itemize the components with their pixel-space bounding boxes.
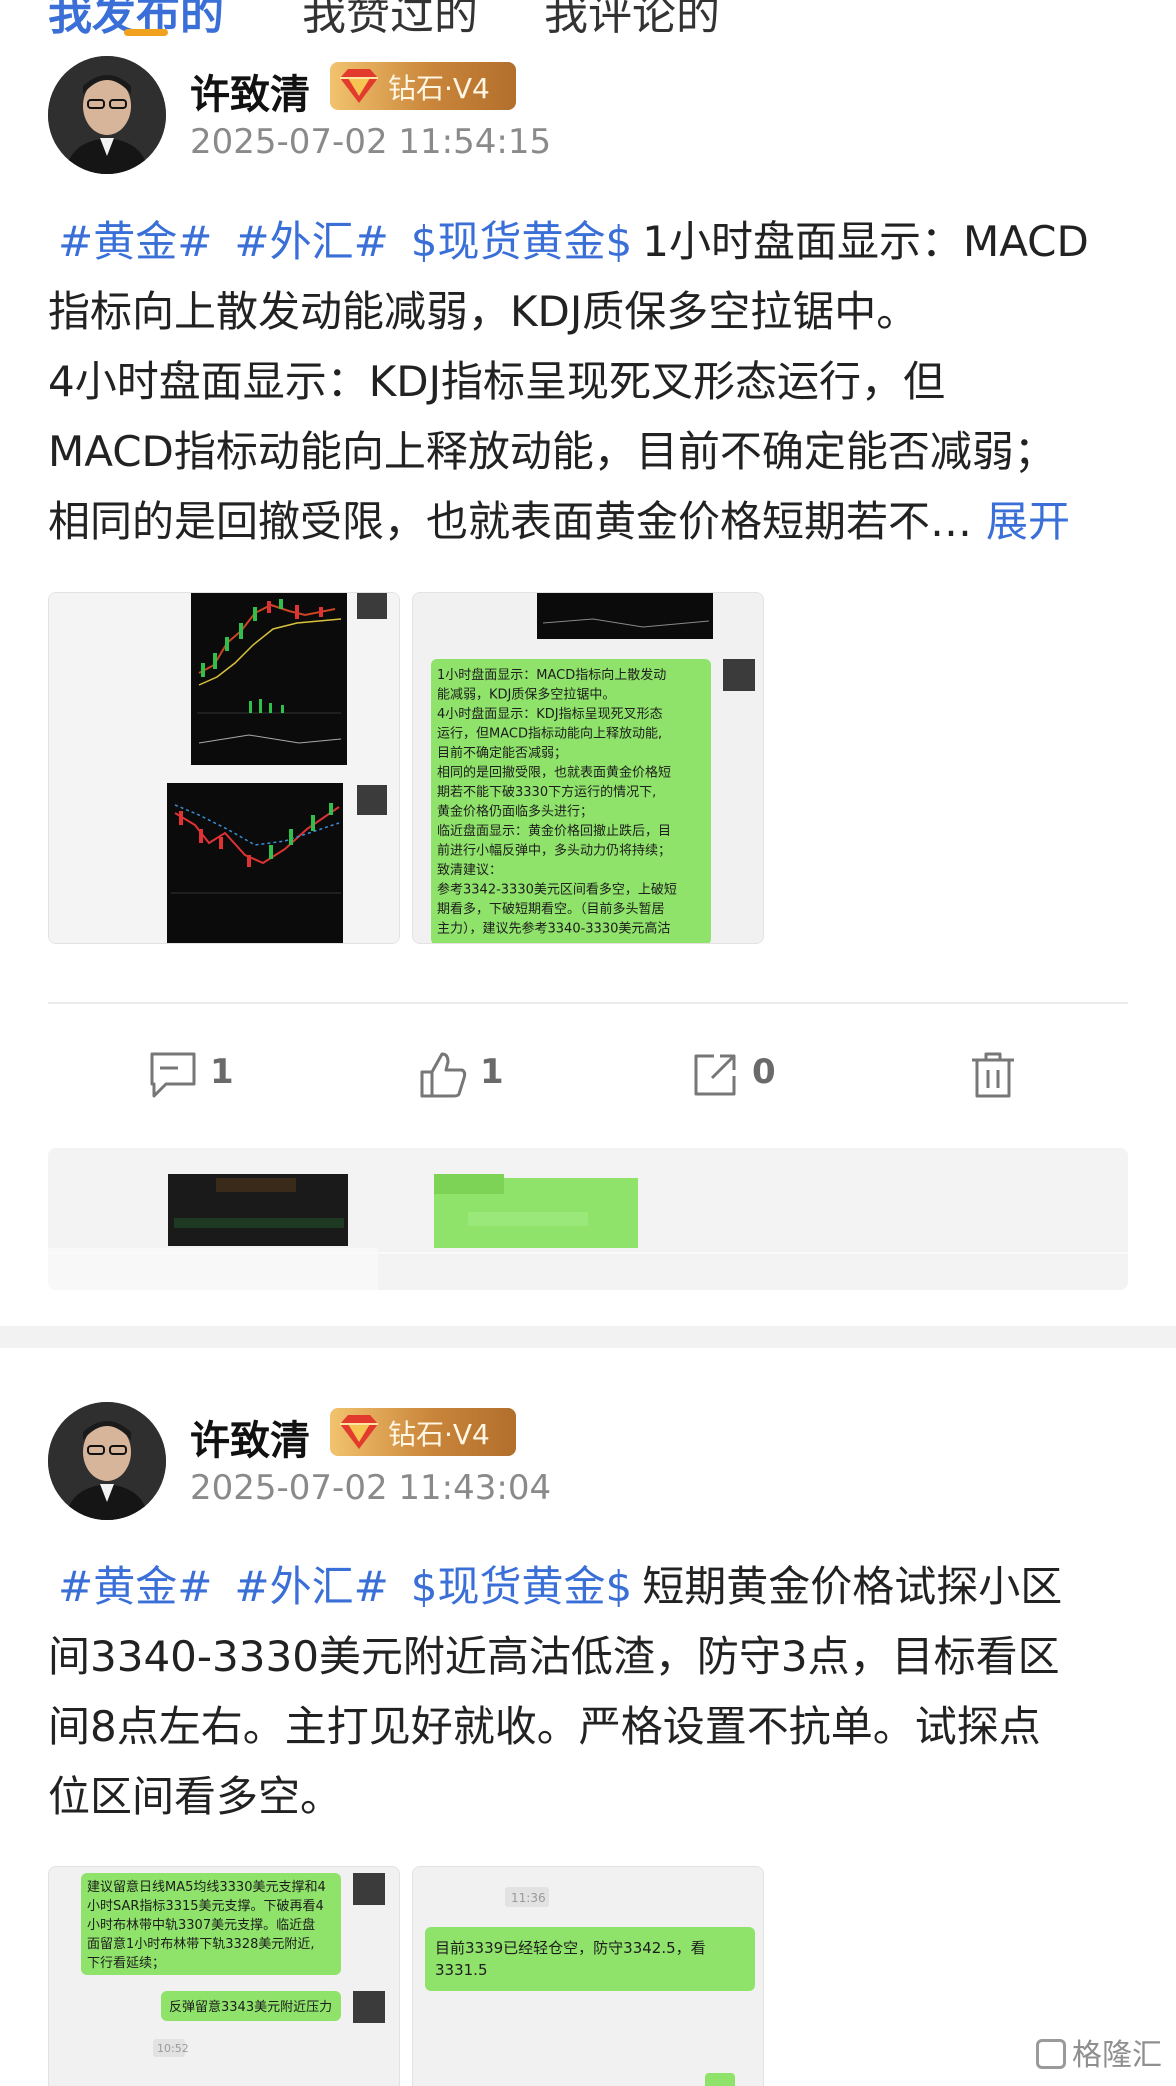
chat-message-line: 1小时盘面显示：MACD指标向上散发动 <box>437 667 666 683</box>
post-time: 2025-07-02 11:43:04 <box>190 1468 552 1508</box>
vip-badge: 钻石·V4 <box>330 62 516 110</box>
chat-screenshot-image: 11:36 目前3339已经轻仓空，防守3342.5，看 3331.5 <box>413 1867 763 2086</box>
content-text: 间3340-3330美元附近高沽低渣，防守3点，目标看区 <box>48 1632 1060 1681</box>
stock-tag-spot-gold[interactable]: $现货黄金$ <box>411 1562 632 1611</box>
avatar[interactable] <box>48 1402 166 1520</box>
chat-message-line: 期看多，下破短期看空。（目前多头暂居 <box>437 901 665 917</box>
svg-text:10:52: 10:52 <box>157 2042 189 2055</box>
chat-message-line: 黄金价格仍面临多头进行； <box>437 804 593 820</box>
author-name[interactable]: 许致清 <box>190 62 310 120</box>
image-thumbnail[interactable]: 建议留意日线MA5均线3330美元支撑和4 小时SAR指标3315美元支撑。下破再… <box>48 1866 400 2086</box>
comment-button[interactable]: 1 <box>148 1046 268 1106</box>
chat-screenshot-image: 建议留意日线MA5均线3330美元支撑和4 小时SAR指标3315美元支撑。下破再… <box>49 1867 399 2086</box>
post-time: 2025-07-02 11:54:15 <box>190 122 552 162</box>
author-name[interactable]: 许致清 <box>190 1408 310 1466</box>
tab-commented[interactable]: 我评论的 <box>544 0 720 40</box>
content-text: 指标向上散发动能减弱，KDJ质保多空拉锯中。 <box>48 287 919 336</box>
chat-message-line: 能减弱，KDJ质保多空拉锯中。 <box>437 687 615 703</box>
tab-liked[interactable]: 我赞过的 <box>302 0 478 40</box>
like-count: 1 <box>480 1052 504 1092</box>
comment-count: 1 <box>210 1052 234 1092</box>
chat-message-line: 小时SAR指标3315美元支撑。下破再看4 <box>87 1898 324 1914</box>
share-count: 0 <box>752 1052 776 1092</box>
badge-label: 钻石·V4 <box>388 1418 490 1451</box>
chart-screenshot-image <box>49 593 399 943</box>
content-text: MACD指标动能向上释放动能，目前不确定能否减弱； <box>48 427 1056 476</box>
active-tab-indicator <box>124 29 168 36</box>
logo-icon <box>1036 2039 1066 2069</box>
chat-message-line: 前进行小幅反弹中，多头动力仍将持续； <box>437 843 671 859</box>
content-text: 短期黄金价格试探小区 <box>642 1562 1063 1611</box>
content-text: 位区间看多空。 <box>48 1772 343 1821</box>
comment-icon <box>150 1052 196 1098</box>
chat-message-line: 目前不确定能否减弱； <box>437 745 567 761</box>
diamond-icon <box>340 1415 378 1449</box>
content-text: 相同的是回撤受限，也就表面黄金价格短期若不… <box>48 497 973 546</box>
content-text: 间8点左右。主打见好就收。严格设置不抗单。试探点 <box>48 1702 1041 1751</box>
image-thumbnail[interactable] <box>48 592 400 944</box>
hashtag-forex[interactable]: #外汇# <box>234 217 388 266</box>
chat-message-line: 致清建议： <box>437 863 502 878</box>
thumbs-up-icon <box>420 1052 467 1098</box>
image-thumbnail[interactable]: 11:36 目前3339已经轻仓空，防守3342.5，看 3331.5 <box>412 1866 764 2086</box>
hashtag-forex[interactable]: #外汇# <box>234 1562 388 1611</box>
chat-message-line: 3331.5 <box>435 1961 488 1979</box>
image-thumbnail[interactable]: 1小时盘面显示：MACD指标向上散发动 能减弱，KDJ质保多空拉锯中。 4小时盘面显… <box>412 592 764 944</box>
divider <box>48 1002 1128 1004</box>
stock-tag-spot-gold[interactable]: $现货黄金$ <box>411 217 632 266</box>
diamond-icon <box>340 69 378 103</box>
chat-message-line: 4小时盘面显示：KDJ指标呈现死叉形态 <box>437 706 663 722</box>
chat-screenshot-image: 1小时盘面显示：MACD指标向上散发动能减弱，KDJ质保多空拉锯中。 4小时盘面显… <box>413 593 763 943</box>
chat-message-line: 期若不能下破3330下方运行的情况下, <box>437 784 656 800</box>
trash-icon <box>972 1052 1014 1098</box>
chat-message-line: 临近盘面显示：黄金价格回撤止跌后，目 <box>437 823 671 839</box>
blurred-preview-image <box>48 1148 1128 1290</box>
chat-message-line: 建议留意日线MA5均线3330美元支撑和4 <box>87 1879 326 1895</box>
hashtag-gold[interactable]: #黄金# <box>58 217 212 266</box>
chat-message-line: 参考3342-3330美元区间看多空，上破短 <box>437 882 677 898</box>
chat-message-line: 主力），建议先参考3340-3330美元高沽 <box>437 921 670 937</box>
chat-message-line: 相同的是回撤受限，也就表面黄金价格短 <box>437 765 671 781</box>
post-separator <box>0 1326 1176 1348</box>
vip-badge: 钻石·V4 <box>330 1408 516 1456</box>
top-tabs: 我发布的 我赞过的 我评论的 <box>0 0 1176 40</box>
svg-text:反弹留意3343美元附近压力: 反弹留意3343美元附近压力 <box>169 1999 332 2015</box>
chat-message-line: 目前3339已经轻仓空，防守3342.5，看 <box>435 1939 706 1957</box>
watermark: 格隆汇 <box>1036 2030 1162 2074</box>
delete-button[interactable] <box>968 1046 1028 1106</box>
share-button[interactable]: 0 <box>690 1046 810 1106</box>
content-text: 1小时盘面显示：MACD <box>642 217 1089 266</box>
expand-link[interactable]: 展开 <box>986 497 1070 546</box>
like-button[interactable]: 1 <box>418 1046 538 1106</box>
badge-label: 钻石·V4 <box>388 72 490 105</box>
svg-text:11:36: 11:36 <box>511 1891 546 1905</box>
hashtag-gold[interactable]: #黄金# <box>58 1562 212 1611</box>
chat-message-line: 面留意1小时布林带下轨3328美元附近, <box>87 1936 315 1952</box>
share-icon <box>694 1054 736 1096</box>
chat-message-line: 下行看延续； <box>87 1955 165 1971</box>
avatar[interactable] <box>48 56 166 174</box>
chat-message-line: 小时布林带中轨3307美元支撑。临近盘 <box>87 1917 315 1933</box>
chat-message-line: 运行，但MACD指标动能向上释放动能, <box>437 726 662 742</box>
repost-preview[interactable] <box>48 1148 1128 1290</box>
post-content[interactable]: #黄金# #外汇# $现货黄金$ 短期黄金价格试探小区 间3340-3330美元附近高… <box>48 1552 1128 1832</box>
post-content[interactable]: #黄金# #外汇# $现货黄金$ 1小时盘面显示：MACD 指标向上散发动能减弱，KD… <box>48 207 1128 557</box>
content-text: 4小时盘面显示：KDJ指标呈现死叉形态运行，但 <box>48 357 945 406</box>
